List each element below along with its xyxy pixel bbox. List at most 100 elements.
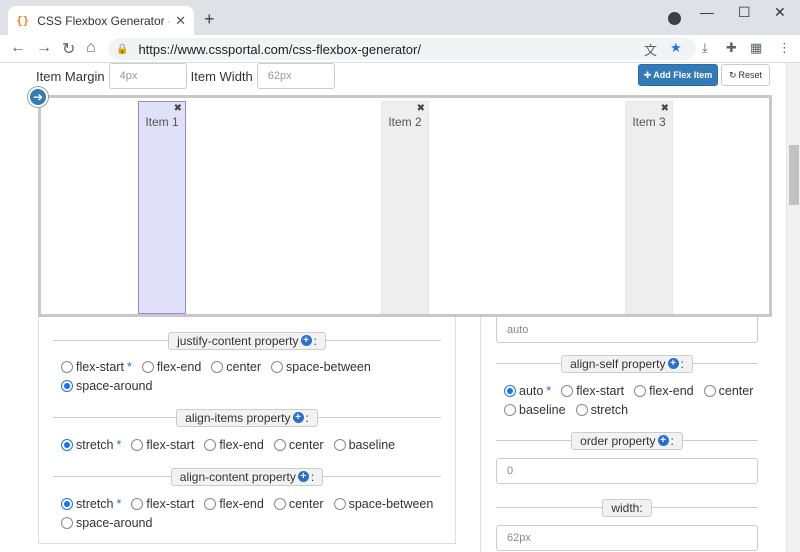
flex-item-label: Item 2 <box>388 115 422 129</box>
download-icon[interactable]: ⤓ <box>702 40 708 56</box>
radio-flex-start[interactable]: flex-start <box>561 384 624 398</box>
item-properties-panel: auto align-self property +: auto * flex-st… <box>480 317 772 552</box>
url-text: https://www.cssportal.com/css-flexbox-ge… <box>138 41 421 57</box>
radio-flex-end[interactable]: flex-end <box>204 497 264 511</box>
item-settings-row: Item Margin 4px Item Width 62px <box>36 63 339 89</box>
align-items-options: stretch * flex-start flex-end center base… <box>61 438 405 452</box>
plus-icon: ✚ <box>643 69 652 80</box>
flex-item-2[interactable]: Item 2 ✖ <box>381 101 429 314</box>
align-self-header: align-self property +: <box>496 353 758 374</box>
radio-center[interactable]: center <box>273 497 324 511</box>
radio-space-between[interactable]: space-between <box>333 497 433 511</box>
container-properties-panel: justify-content property +: flex-start * f… <box>38 317 456 544</box>
remove-item-icon[interactable]: ✖ <box>174 103 182 114</box>
justify-content-header: justify-content property +: <box>53 330 441 351</box>
radio-center[interactable]: center <box>273 438 324 452</box>
order-title: order property <box>580 433 656 448</box>
radio-center[interactable]: center <box>703 384 753 398</box>
bookmark-star-icon[interactable]: ★ <box>670 40 682 56</box>
radio-space-around[interactable]: space-around <box>61 516 152 530</box>
radio-stretch[interactable]: stretch <box>575 403 628 417</box>
radio-flex-end[interactable]: flex-end <box>141 360 201 374</box>
page-content: Item Margin 4px Item Width 62px ✚ Add Fl… <box>0 63 800 552</box>
align-self-options: auto * flex-start flex-end center <box>504 384 763 398</box>
home-icon[interactable]: ⌂ <box>86 39 96 57</box>
tab-title: CSS Flexbox Generator - CSS Po <box>37 13 169 28</box>
scrollbar-thumb[interactable] <box>789 145 799 205</box>
align-self-options-row2: baseline stretch <box>504 403 638 417</box>
align-content-header: align-content property +: <box>53 466 441 487</box>
radio-flex-start[interactable]: flex-start <box>131 497 194 511</box>
radio-center[interactable]: center <box>211 360 261 374</box>
flex-item-label: Item 3 <box>632 115 666 129</box>
url-input[interactable]: 🔒 https://www.cssportal.com/css-flexbox-… <box>108 38 696 60</box>
direction-arrow-icon[interactable]: ➔ <box>28 87 48 107</box>
info-plus-icon[interactable]: + <box>292 412 304 423</box>
align-content-options: stretch * flex-start flex-end center spac… <box>61 497 443 511</box>
radio-stretch[interactable]: stretch * <box>61 438 121 452</box>
radio-flex-start[interactable]: flex-start * <box>61 360 132 374</box>
radio-baseline[interactable]: baseline <box>333 438 395 452</box>
align-items-header: align-items property +: <box>53 407 441 428</box>
flex-item-label: Item 1 <box>145 115 179 129</box>
align-content-title: align-content property <box>179 469 296 484</box>
page-scrollbar[interactable] <box>786 63 800 552</box>
info-plus-icon[interactable]: + <box>657 435 669 446</box>
new-tab-icon[interactable]: + <box>204 9 215 30</box>
align-items-title: align-items property <box>185 410 291 425</box>
minimize-icon[interactable]: — <box>700 4 714 20</box>
radio-flex-start[interactable]: flex-start <box>131 438 194 452</box>
radio-baseline[interactable]: baseline <box>504 403 566 417</box>
browser-tab-bar: {} CSS Flexbox Generator - CSS Po ✕ + — … <box>0 0 800 35</box>
address-bar: ← → ↻ ⌂ 🔒 https://www.cssportal.com/css-… <box>0 35 800 63</box>
width-input[interactable]: 62px <box>496 525 758 551</box>
info-plus-icon[interactable]: + <box>300 335 312 346</box>
width-title: width: <box>611 500 643 515</box>
item-width-label: Item Width <box>190 68 253 84</box>
flex-item-1[interactable]: Item 1 ✖ <box>138 101 186 314</box>
calendar-extension-icon[interactable]: ▦ <box>750 40 762 56</box>
cssportal-favicon-icon: {} <box>16 14 30 27</box>
align-self-title: align-self property <box>570 356 666 371</box>
close-tab-icon[interactable]: ✕ <box>175 13 186 29</box>
justify-content-options: flex-start * flex-end center space-betwee… <box>61 360 381 374</box>
radio-flex-end[interactable]: flex-end <box>634 384 694 398</box>
radio-space-around[interactable]: space-around <box>61 379 152 393</box>
radio-space-between[interactable]: space-between <box>271 360 371 374</box>
add-flex-item-label: Add Flex Item <box>653 70 713 80</box>
maximize-icon[interactable]: ☐ <box>738 4 751 21</box>
flex-container-preview: Item 1 ✖ Item 2 ✖ Item 3 ✖ <box>38 95 772 317</box>
item-margin-label: Item Margin <box>36 68 105 84</box>
info-plus-icon[interactable]: + <box>667 358 679 369</box>
reset-label: Reset <box>738 70 763 80</box>
flex-item-3[interactable]: Item 3 ✖ <box>625 101 673 314</box>
translate-icon[interactable]: 文 <box>644 40 657 59</box>
reset-button[interactable]: ↻ Reset <box>721 64 770 86</box>
menu-icon[interactable]: ⋮ <box>778 40 791 56</box>
justify-content-title: justify-content property <box>177 333 299 348</box>
browser-tab[interactable]: {} CSS Flexbox Generator - CSS Po ✕ <box>8 6 194 35</box>
add-flex-item-button[interactable]: ✚ Add Flex Item <box>638 64 718 86</box>
order-input[interactable]: 0 <box>496 458 758 484</box>
info-plus-icon[interactable]: + <box>297 471 309 482</box>
radio-auto[interactable]: auto * <box>504 384 551 398</box>
flex-basis-input[interactable]: auto <box>496 317 758 343</box>
profile-icon[interactable] <box>668 12 681 25</box>
close-window-icon[interactable]: ✕ <box>774 4 786 21</box>
forward-icon[interactable]: → <box>36 39 52 57</box>
reload-icon[interactable]: ↻ <box>62 39 75 59</box>
refresh-icon: ↻ <box>728 69 737 80</box>
remove-item-icon[interactable]: ✖ <box>417 103 425 114</box>
remove-item-icon[interactable]: ✖ <box>661 103 669 114</box>
order-header: order property +: <box>496 430 758 451</box>
back-icon[interactable]: ← <box>10 39 26 57</box>
width-header: width: <box>496 497 758 518</box>
item-width-input[interactable]: 62px <box>256 63 335 89</box>
extensions-icon[interactable]: ✚ <box>726 40 737 56</box>
lock-icon: 🔒 <box>116 43 129 55</box>
align-content-options-row2: space-around <box>61 516 162 530</box>
radio-stretch[interactable]: stretch * <box>61 497 121 511</box>
radio-flex-end[interactable]: flex-end <box>204 438 264 452</box>
item-margin-input[interactable]: 4px <box>108 63 187 89</box>
justify-content-options-row2: space-around <box>61 379 162 393</box>
